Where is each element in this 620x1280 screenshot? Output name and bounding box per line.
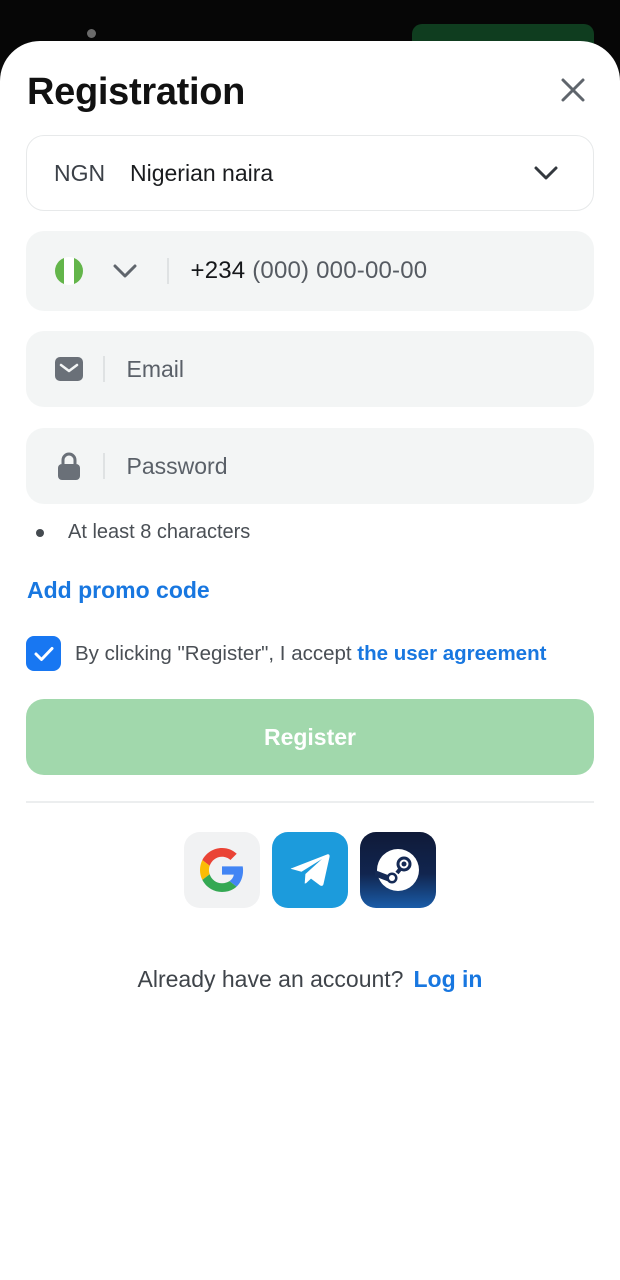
nigeria-flag-icon[interactable]: [55, 257, 83, 285]
close-button[interactable]: [556, 73, 590, 107]
password-hint: At least 8 characters: [68, 521, 251, 543]
google-icon: [200, 848, 244, 892]
add-promo-code-link[interactable]: Add promo code: [27, 577, 210, 604]
agreement-row: By clicking "Register", I accept the use…: [26, 636, 546, 671]
login-question: Already have an account?: [137, 966, 404, 992]
field-divider: [167, 258, 169, 284]
country-chevron-down-icon[interactable]: [112, 260, 138, 282]
password-input[interactable]: [126, 452, 547, 480]
chevron-down-icon: [534, 166, 558, 180]
page-title: Registration: [27, 71, 246, 113]
register-button[interactable]: Register: [26, 699, 594, 775]
log-in-link[interactable]: Log in: [413, 966, 482, 992]
agreement-checkbox[interactable]: [26, 636, 61, 671]
phone-field[interactable]: +234 (000) 000-00-00: [26, 231, 594, 311]
currency-select[interactable]: NGN Nigerian naira: [26, 135, 594, 211]
password-requirement: At least 8 characters: [36, 521, 250, 544]
steam-login-button[interactable]: [360, 832, 436, 908]
bullet-icon: [36, 528, 44, 537]
telegram-login-button[interactable]: [272, 832, 348, 908]
background-dot: [87, 29, 96, 38]
field-divider: [103, 453, 105, 479]
user-agreement-link[interactable]: the user agreement: [357, 642, 546, 665]
lock-icon: [55, 452, 83, 480]
registration-sheet: Registration NGN Nigerian naira +234 (00…: [0, 41, 620, 1280]
google-login-button[interactable]: [184, 832, 260, 908]
phone-prefix: +234: [190, 257, 246, 284]
telegram-icon: [290, 854, 330, 886]
phone-input[interactable]: +234 (000) 000-00-00: [191, 257, 428, 285]
envelope-icon: [55, 355, 83, 383]
currency-name: Nigerian naira: [130, 159, 274, 186]
divider: [26, 801, 594, 803]
password-field[interactable]: [26, 428, 594, 504]
currency-code: NGN: [54, 159, 106, 186]
field-divider: [103, 356, 105, 382]
phone-mask: (000) 000-00-00: [245, 257, 428, 284]
close-icon: [561, 78, 585, 102]
email-field[interactable]: [26, 331, 594, 407]
agreement-text: By clicking "Register", I accept the use…: [75, 642, 546, 666]
steam-icon: [375, 849, 419, 891]
login-prompt: Already have an account? Log in: [0, 966, 620, 993]
agreement-label: By clicking "Register", I accept: [75, 641, 358, 665]
checkmark-icon: [34, 646, 53, 661]
email-input[interactable]: [126, 355, 547, 383]
